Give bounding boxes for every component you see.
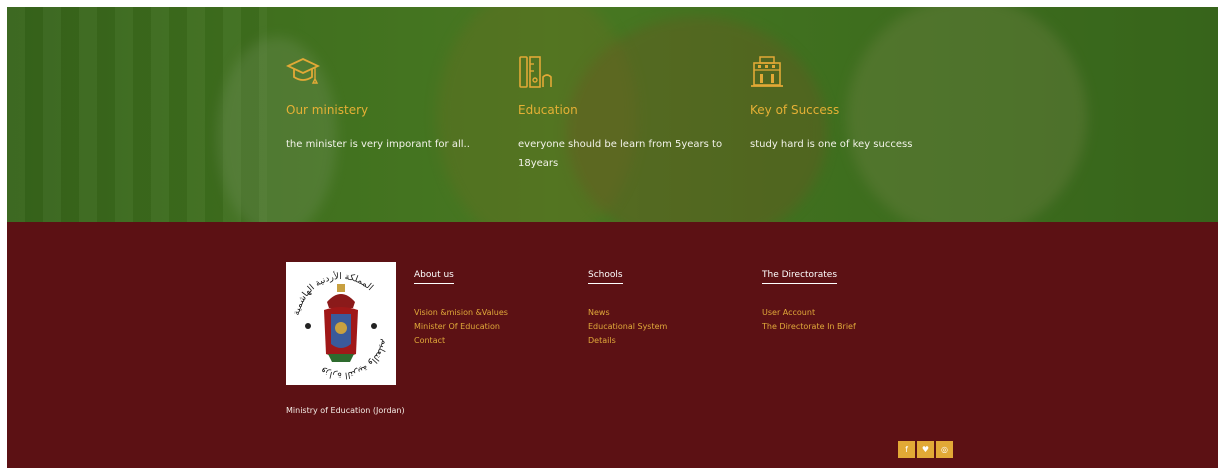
footer-column-the-directorates: The Directorates User Account The Direct… bbox=[762, 262, 856, 334]
building-icon bbox=[751, 56, 783, 87]
footer-link[interactable]: User Account bbox=[762, 306, 856, 320]
footer-column-heading: Schools bbox=[588, 270, 623, 284]
footer-link[interactable]: Minister Of Education bbox=[414, 320, 508, 334]
footer-link[interactable]: Vision &mision &Values bbox=[414, 306, 508, 320]
footer-link[interactable]: Contact bbox=[414, 334, 508, 348]
feature-title: Our ministery bbox=[286, 103, 369, 117]
feature-key-of-success: Key of Success study hard is one of key … bbox=[750, 55, 970, 154]
graduation-cap-icon bbox=[286, 58, 320, 84]
instagram-button[interactable]: ◎ bbox=[936, 441, 953, 458]
instagram-icon: ◎ bbox=[941, 445, 948, 454]
feature-our-ministery: Our ministery the minister is very impor… bbox=[286, 55, 506, 154]
ministry-logo[interactable]: المملكة الأردنية الهاشمية وزارة التربية … bbox=[286, 262, 396, 385]
site-footer: المملكة الأردنية الهاشمية وزارة التربية … bbox=[7, 222, 1218, 468]
footer-link[interactable]: The Directorate In Brief bbox=[762, 320, 856, 334]
footer-link[interactable]: Educational System bbox=[588, 320, 667, 334]
footer-brand-name: Ministry of Education (Jordan) bbox=[286, 406, 405, 415]
feature-education: Education everyone should be learn from … bbox=[518, 55, 738, 173]
footer-column-heading: The Directorates bbox=[762, 270, 838, 284]
footer-column-about-us: About us Vision &mision &Values Minister… bbox=[414, 262, 508, 348]
feature-title: Education bbox=[518, 103, 578, 117]
page-frame: Our ministery the minister is very impor… bbox=[7, 7, 1218, 468]
footer-column-schools: Schools News Educational System Details bbox=[588, 262, 667, 348]
feature-description: study hard is one of key success bbox=[750, 139, 913, 150]
feature-title: Key of Success bbox=[750, 103, 840, 117]
facebook-icon: f bbox=[905, 445, 908, 454]
pencil-ruler-icon bbox=[519, 56, 552, 88]
twitter-icon: ♥ bbox=[921, 445, 930, 454]
hero-banner: Our ministery the minister is very impor… bbox=[7, 7, 1218, 222]
ministry-emblem-icon: المملكة الأردنية الهاشمية وزارة التربية … bbox=[292, 270, 390, 380]
facebook-button[interactable]: f bbox=[898, 441, 915, 458]
feature-description: everyone should be learn from 5years to … bbox=[518, 139, 723, 169]
feature-description: the minister is very imporant for all.. bbox=[286, 139, 470, 150]
footer-column-heading: About us bbox=[414, 270, 454, 284]
footer-link[interactable]: Details bbox=[588, 334, 667, 348]
twitter-button[interactable]: ♥ bbox=[917, 441, 934, 458]
footer-link[interactable]: News bbox=[588, 306, 667, 320]
